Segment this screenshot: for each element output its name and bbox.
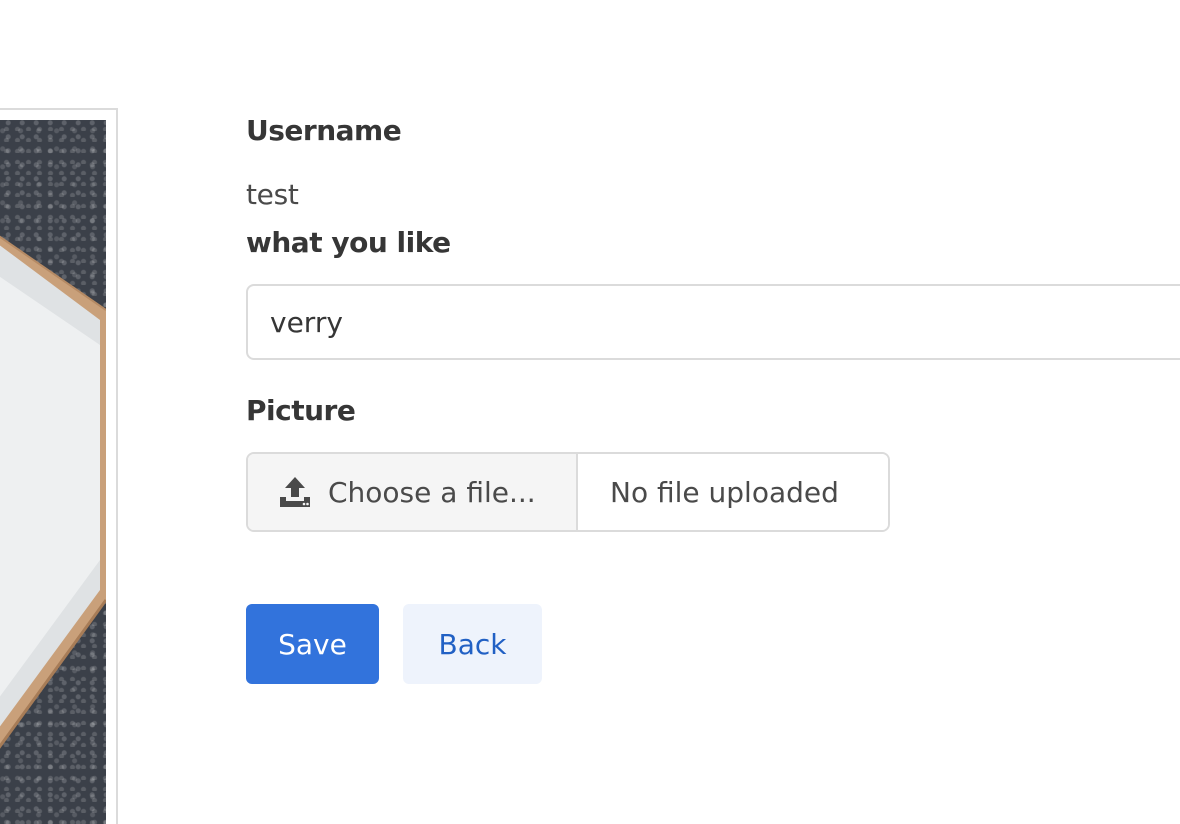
file-name-status: No file uploaded xyxy=(578,454,888,530)
save-button[interactable]: Save xyxy=(246,604,379,684)
what-you-like-input[interactable] xyxy=(246,284,1180,360)
profile-picture-frame xyxy=(0,108,118,824)
username-value: test xyxy=(246,178,299,211)
profile-picture-illustration xyxy=(0,235,106,749)
upload-icon xyxy=(278,475,312,509)
page: Username test what you like Picture Choo… xyxy=(0,0,1180,824)
what-you-like-label: what you like xyxy=(246,226,451,259)
back-button[interactable]: Back xyxy=(403,604,542,684)
profile-picture xyxy=(0,120,106,824)
choose-file-label: Choose a file... xyxy=(328,475,536,509)
username-label: Username xyxy=(246,114,402,147)
choose-file-button[interactable]: Choose a file... xyxy=(248,454,578,530)
picture-label: Picture xyxy=(246,394,356,427)
file-upload-field[interactable]: Choose a file... No file uploaded xyxy=(246,452,890,532)
